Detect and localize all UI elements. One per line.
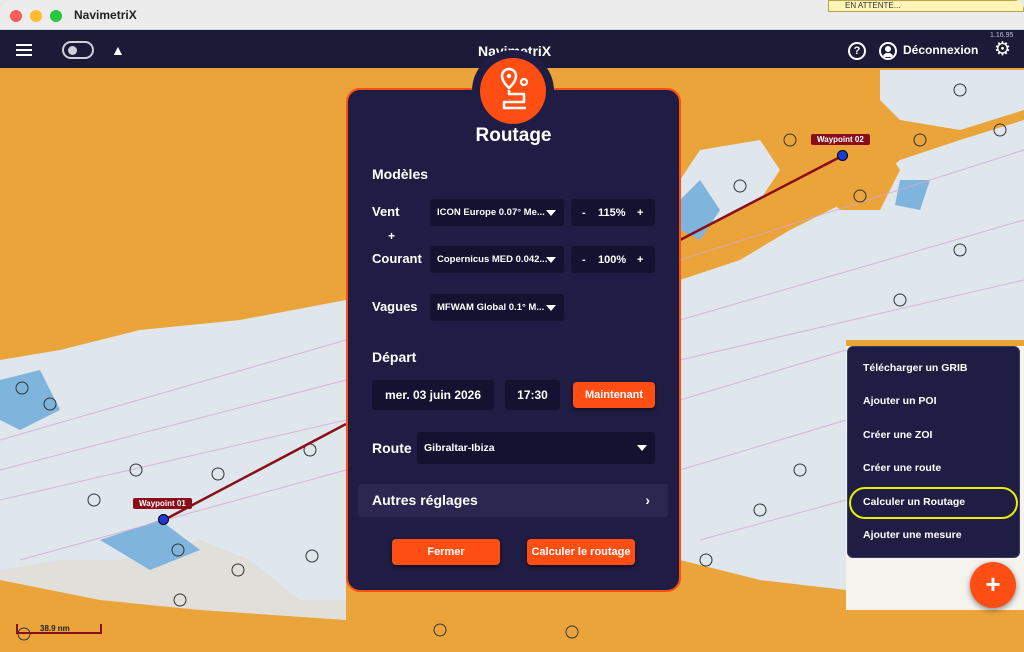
chevron-down-icon: [546, 256, 556, 263]
wind-model-value: ICON Europe 0.07° Me...: [437, 207, 545, 218]
pending-banner: EN ATTENTE...: [828, 0, 1024, 12]
window-close-button[interactable]: [10, 10, 22, 22]
menu-item-add-poi[interactable]: Ajouter un POI: [863, 395, 937, 407]
window-minimize-button[interactable]: [30, 10, 42, 22]
departure-section-title: Départ: [372, 349, 417, 365]
current-model-select[interactable]: Copernicus MED 0.042...: [430, 246, 564, 273]
other-settings-label: Autres réglages: [372, 492, 478, 508]
plus-icon[interactable]: +: [970, 562, 1016, 608]
plus-separator: +: [388, 229, 396, 243]
route-label: Route: [372, 440, 412, 456]
other-settings-row[interactable]: Autres réglages ›: [358, 484, 668, 517]
help-icon[interactable]: ?: [848, 42, 866, 60]
close-button[interactable]: Fermer: [392, 539, 500, 565]
wind-factor-decrement[interactable]: -: [582, 207, 586, 219]
app-window: Waypoint 01 Waypoint 02 38.9 nm Navimetr…: [0, 0, 1024, 652]
logout-button[interactable]: Déconnexion: [903, 43, 978, 57]
current-factor-value: 100%: [598, 253, 627, 266]
departure-date-field[interactable]: mer. 03 juin 2026: [372, 380, 494, 410]
waypoint-01-label[interactable]: Waypoint 01: [133, 498, 192, 509]
current-factor-increment[interactable]: +: [637, 254, 643, 266]
models-section-title: Modèles: [372, 166, 429, 182]
chevron-right-icon: ›: [645, 492, 650, 508]
menu-item-download-grib[interactable]: Télécharger un GRIB: [863, 362, 967, 374]
app-version: 1.16.95: [990, 32, 1014, 39]
route-select[interactable]: Gibraltar-Ibiza: [417, 432, 655, 464]
now-button[interactable]: Maintenant: [573, 382, 655, 408]
window-title: NavimetriX: [74, 8, 137, 22]
wind-label: Vent: [372, 204, 400, 219]
navigation-arrow-icon[interactable]: ▲: [111, 42, 125, 58]
toggle-knob: [68, 46, 77, 55]
waypoint-02-label[interactable]: Waypoint 02: [811, 134, 870, 145]
window-zoom-button[interactable]: [50, 10, 62, 22]
menu-item-create-route[interactable]: Créer une route: [863, 462, 941, 474]
menu-item-add-measure[interactable]: Ajouter une mesure: [863, 529, 962, 541]
current-label: Courant: [372, 251, 422, 266]
waypoint-01-marker[interactable]: [158, 514, 169, 525]
highlight-ring: [849, 487, 1018, 519]
waypoint-02-marker[interactable]: [837, 150, 848, 161]
toggle-switch[interactable]: [62, 41, 94, 59]
wind-factor-value: 115%: [598, 206, 626, 219]
gear-icon[interactable]: ⚙: [994, 40, 1011, 59]
chevron-down-icon: [546, 209, 556, 216]
wind-factor-stepper[interactable]: - 115% +: [571, 199, 655, 226]
wind-model-select[interactable]: ICON Europe 0.07° Me...: [430, 199, 564, 226]
user-icon[interactable]: [879, 42, 897, 60]
compute-routing-button[interactable]: Calculer le routage: [527, 539, 635, 565]
route-select-value: Gibraltar-Ibiza: [424, 442, 495, 454]
waves-model-select[interactable]: MFWAM Global 0.1° M...: [430, 294, 564, 321]
current-model-value: Copernicus MED 0.042...: [437, 254, 548, 265]
hamburger-icon[interactable]: [16, 44, 32, 56]
dialog-title: Routage: [475, 125, 552, 146]
departure-time-field[interactable]: 17:30: [505, 380, 560, 410]
waves-label: Vagues: [372, 299, 418, 314]
current-factor-decrement[interactable]: -: [582, 254, 586, 266]
wind-factor-increment[interactable]: +: [637, 207, 643, 219]
current-factor-stepper[interactable]: - 100% +: [571, 246, 655, 273]
chevron-down-icon: [546, 304, 556, 311]
chevron-down-icon: [637, 445, 647, 451]
route-pin-icon: [480, 58, 546, 124]
waves-model-value: MFWAM Global 0.1° M...: [437, 302, 545, 313]
map-scale-label: 38.9 nm: [40, 624, 70, 633]
action-menu: [847, 346, 1020, 558]
menu-item-create-zoi[interactable]: Créer une ZOI: [863, 429, 932, 441]
